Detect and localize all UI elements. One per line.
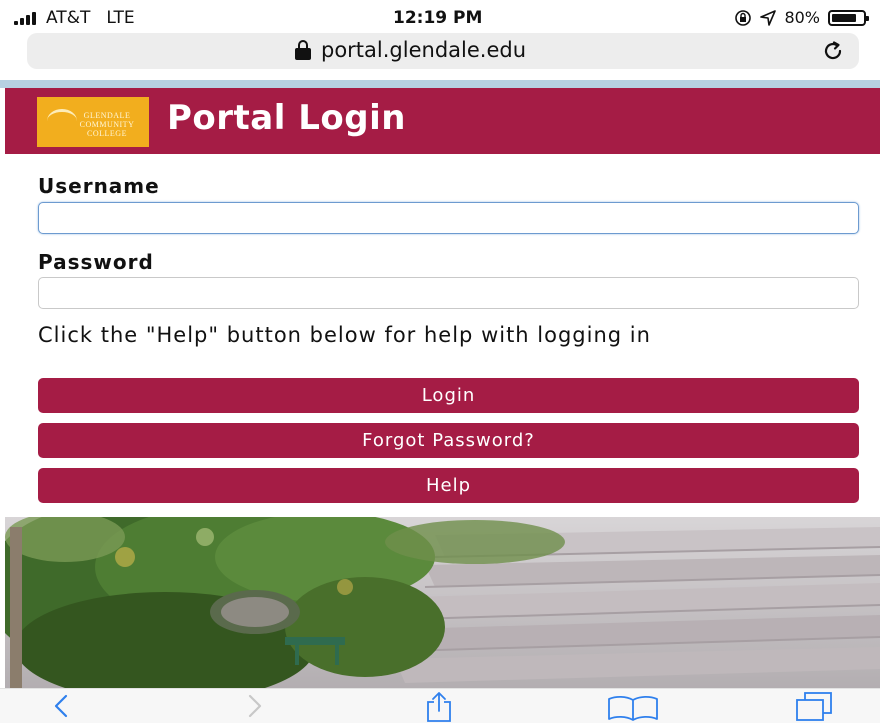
address-bar[interactable]: portal.glendale.edu bbox=[27, 33, 859, 69]
status-right: 80% bbox=[734, 8, 869, 27]
location-icon bbox=[760, 9, 777, 26]
status-left: AT&T LTE bbox=[14, 8, 135, 28]
bookmarks-icon[interactable] bbox=[607, 695, 659, 721]
browser-toolbar bbox=[0, 688, 880, 723]
campus-photo bbox=[5, 517, 880, 688]
url-text[interactable]: portal.glendale.edu bbox=[321, 38, 526, 62]
login-button[interactable]: Login bbox=[38, 378, 859, 413]
network-type: LTE bbox=[106, 8, 135, 28]
college-logo[interactable]: GLENDALE COMMUNITY COLLEGE bbox=[37, 97, 149, 147]
password-label: Password bbox=[38, 250, 154, 274]
rotation-lock-icon bbox=[735, 9, 752, 26]
reload-icon[interactable] bbox=[821, 39, 845, 63]
lock-icon bbox=[295, 40, 311, 60]
help-button[interactable]: Help bbox=[38, 468, 859, 503]
tabs-icon[interactable] bbox=[794, 691, 834, 722]
battery-percent: 80% bbox=[784, 8, 820, 27]
page-title: Portal Login bbox=[167, 98, 406, 138]
logo-text: GLENDALE COMMUNITY COLLEGE bbox=[79, 111, 135, 138]
username-label: Username bbox=[38, 174, 160, 198]
campus-photo-art bbox=[5, 517, 880, 688]
page-header: GLENDALE COMMUNITY COLLEGE Portal Login bbox=[5, 88, 880, 154]
battery-icon bbox=[828, 9, 869, 26]
carrier: AT&T bbox=[46, 8, 91, 28]
forgot-password-button[interactable]: Forgot Password? bbox=[38, 423, 859, 458]
forward-icon[interactable] bbox=[244, 693, 266, 719]
status-time: 12:19 PM bbox=[393, 8, 483, 28]
page-top-strip bbox=[0, 80, 880, 88]
status-bar: AT&T LTE 12:19 PM 80% bbox=[0, 0, 880, 34]
url-display[interactable]: portal.glendale.edu bbox=[295, 38, 526, 62]
share-icon[interactable] bbox=[424, 691, 454, 722]
signal-icon bbox=[14, 11, 36, 25]
battery-fill bbox=[832, 13, 856, 22]
password-input[interactable] bbox=[38, 277, 859, 309]
help-instructions: Click the "Help" button below for help w… bbox=[38, 323, 651, 347]
username-input[interactable] bbox=[38, 202, 859, 234]
back-icon[interactable] bbox=[50, 693, 72, 719]
